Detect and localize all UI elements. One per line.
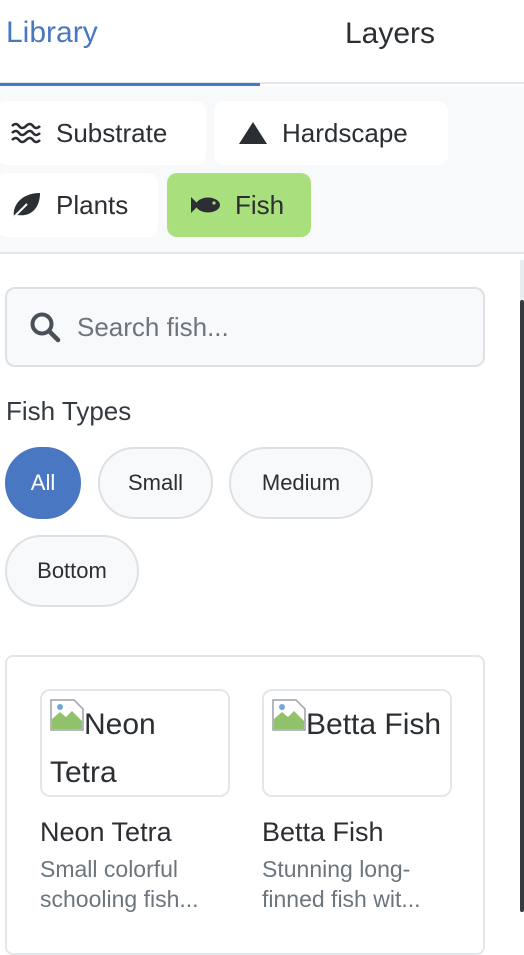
search-box[interactable] — [5, 287, 485, 367]
fish-grid: Neon Tetra Neon Tetra Small colorful sch… — [5, 655, 485, 955]
category-label: Hardscape — [282, 117, 408, 148]
fish-types-heading: Fish Types — [6, 396, 132, 426]
filter-chip-medium[interactable]: Medium — [229, 447, 373, 519]
leaf-icon — [12, 193, 41, 219]
filter-chip-all[interactable]: All — [5, 447, 81, 519]
category-substrate-button[interactable]: Substrate — [0, 101, 206, 165]
fish-card-betta-fish[interactable]: Betta Fish Betta Fish Stunning long-finn… — [262, 689, 452, 914]
filter-chip-bottom[interactable]: Bottom — [5, 535, 139, 607]
category-label: Fish — [235, 189, 285, 220]
fish-name: Betta Fish — [262, 817, 384, 847]
category-hardscape-button[interactable]: Hardscape — [214, 101, 448, 165]
category-label: Plants — [56, 189, 129, 220]
image-alt-text: Betta Fish — [306, 708, 442, 741]
fish-name: Neon Tetra — [40, 817, 172, 847]
search-icon — [30, 312, 61, 343]
fish-image: Neon Tetra — [40, 689, 230, 797]
waves-icon — [11, 122, 41, 144]
fish-icon — [191, 197, 220, 213]
fish-description: Stunning long-finned fish wit... — [262, 856, 421, 912]
image-alt-text: Neon Tetra — [50, 708, 156, 789]
search-input[interactable] — [77, 311, 457, 343]
fish-image: Betta Fish — [262, 689, 452, 797]
filter-chip-small[interactable]: Small — [98, 447, 213, 519]
tab-layers[interactable]: Layers — [260, 0, 520, 84]
mountain-icon — [239, 122, 267, 144]
fish-card-neon-tetra[interactable]: Neon Tetra Neon Tetra Small colorful sch… — [40, 689, 230, 914]
scrollbar-thumb[interactable] — [520, 300, 524, 912]
fish-description: Small colorful schooling fish... — [40, 856, 199, 912]
category-fish-button[interactable]: Fish — [167, 173, 311, 237]
tab-library[interactable]: Library — [0, 0, 260, 86]
category-label: Substrate — [56, 117, 168, 148]
category-panel: Substrate Hardscape Plants Fish — [0, 86, 524, 254]
category-plants-button[interactable]: Plants — [0, 173, 158, 237]
panel-tabs: Library Layers — [0, 0, 524, 86]
